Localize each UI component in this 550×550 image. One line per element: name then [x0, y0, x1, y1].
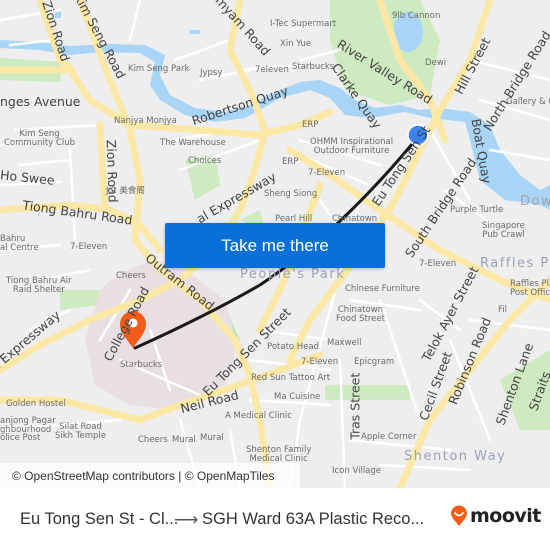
map-label-poi: Chinatown Food Street — [336, 305, 385, 324]
route-destination: SGH Ward 63A Plastic Reco... — [202, 510, 425, 528]
map-label-poi: 7-Eleven — [301, 357, 339, 367]
map-label-poi: Shenton Family Medical Clinic — [246, 445, 312, 464]
map-label-poi: Starbucks — [292, 62, 335, 72]
map-label-poi: Golden Hostel — [6, 399, 66, 409]
map-label-poi: Singapore Pub Crawl — [482, 221, 525, 240]
map-label-poi: Cheers — [138, 435, 168, 445]
route-footer: Eu Tong Sen St - Cl... ⟶ SGH Ward 63A Pl… — [0, 488, 550, 550]
map-label-poi: Jypsy — [200, 68, 223, 78]
map-label-poi: Fil — [498, 305, 507, 315]
map-label-road: Tras Street — [347, 372, 363, 440]
take-me-there-button[interactable]: Take me there — [165, 223, 385, 268]
map-label-poi: Chinese Furniture — [345, 284, 420, 294]
map-label-poi: 7-Eleven — [419, 259, 457, 269]
map-label-poi: I-Tec Supermart — [270, 19, 337, 29]
map-label-poi: Gallery & Co — [506, 97, 550, 107]
map-view[interactable]: Zion Road Kim Seng Road myam Road I-Tec … — [0, 0, 550, 488]
route-origin: Eu Tong Sen St - Cl... — [20, 510, 179, 528]
map-label-poi: The Warehouse — [160, 138, 226, 148]
map-label-poi: Cheers — [116, 271, 146, 281]
map-label-poi: Ma Cuisine — [274, 392, 321, 402]
map-label-poi: Purple Turtle — [450, 205, 504, 215]
map-label-poi: anjong Pagar ghbourhood olice Post — [0, 416, 56, 443]
map-label-poi: Red Sun Tattoo Art — [251, 373, 331, 383]
map-label-poi: 7eleven — [255, 65, 289, 75]
moovit-logo[interactable]: moovit — [450, 505, 541, 527]
moovit-wordmark: moovit — [470, 505, 541, 527]
map-label-poi: Potato Head — [267, 342, 320, 352]
pond — [190, 30, 200, 34]
arrow-right-icon: ⟶ — [174, 510, 199, 529]
map-label-poi: Choices — [188, 156, 222, 166]
map-label-poi: 9lb Cannon — [392, 11, 441, 21]
map-label-poi: Kim Seng Community Club — [4, 129, 75, 148]
map-label-poi: Sheng Siong — [264, 189, 318, 199]
osm-attribution-link[interactable]: © OpenStreetMap contributors — [12, 469, 175, 483]
omt-attribution-link[interactable]: © OpenMapTiles — [185, 469, 275, 483]
map-label-poi: J.2 美食阁 — [106, 186, 145, 196]
map-label-poi: ERP — [282, 157, 299, 167]
map-label-poi: Icon Village — [332, 466, 382, 476]
map-label-poi: Mural — [200, 433, 224, 443]
map-label-poi: Starbucks — [120, 360, 163, 370]
map-label-poi: Dewi — [425, 58, 447, 68]
map-label-poi: Raffles Pla Post Offic — [510, 279, 550, 298]
map-label-district: Shenton Way — [404, 449, 507, 464]
moovit-pin-icon — [451, 505, 467, 526]
map-label-poi: 7-Eleven — [308, 168, 346, 178]
map-label-poi: Mural — [172, 435, 196, 445]
map-label-district: Dow — [520, 194, 550, 209]
map-label-poi: Epicgram — [354, 357, 395, 367]
map-label-poi: Apple Corner — [361, 432, 417, 442]
map-label-poi: A Medical Clinic — [225, 411, 292, 421]
map-label-poi: Xin Yue — [280, 39, 312, 49]
map-label-district: People's Park — [240, 267, 346, 282]
park-area — [325, 385, 410, 400]
map-label-district: Raffles Pla — [480, 256, 550, 271]
map-label-poi: Silat Road Sikh Temple — [55, 422, 107, 441]
map-label-poi: ERP — [302, 120, 319, 130]
map-label-poi: Bahru al Centre — [0, 234, 39, 253]
map-label-poi: 7-Eleven — [70, 242, 108, 252]
map-label-road: nges Avenue — [0, 94, 81, 109]
map-label-poi: Maxwell — [327, 338, 362, 348]
map-label-poi: Nanjya Monjya — [114, 116, 177, 126]
attribution-separator: | — [174, 469, 185, 483]
map-label-poi: Tiong Bahru Air Raid Shelter — [6, 276, 72, 295]
map-label-poi: OHMM Inspirational Outdoor Furniture — [310, 137, 394, 156]
map-label-poi: Kim Seng Park — [128, 64, 190, 74]
map-attribution: © OpenStreetMap contributors | © OpenMap… — [0, 463, 300, 488]
